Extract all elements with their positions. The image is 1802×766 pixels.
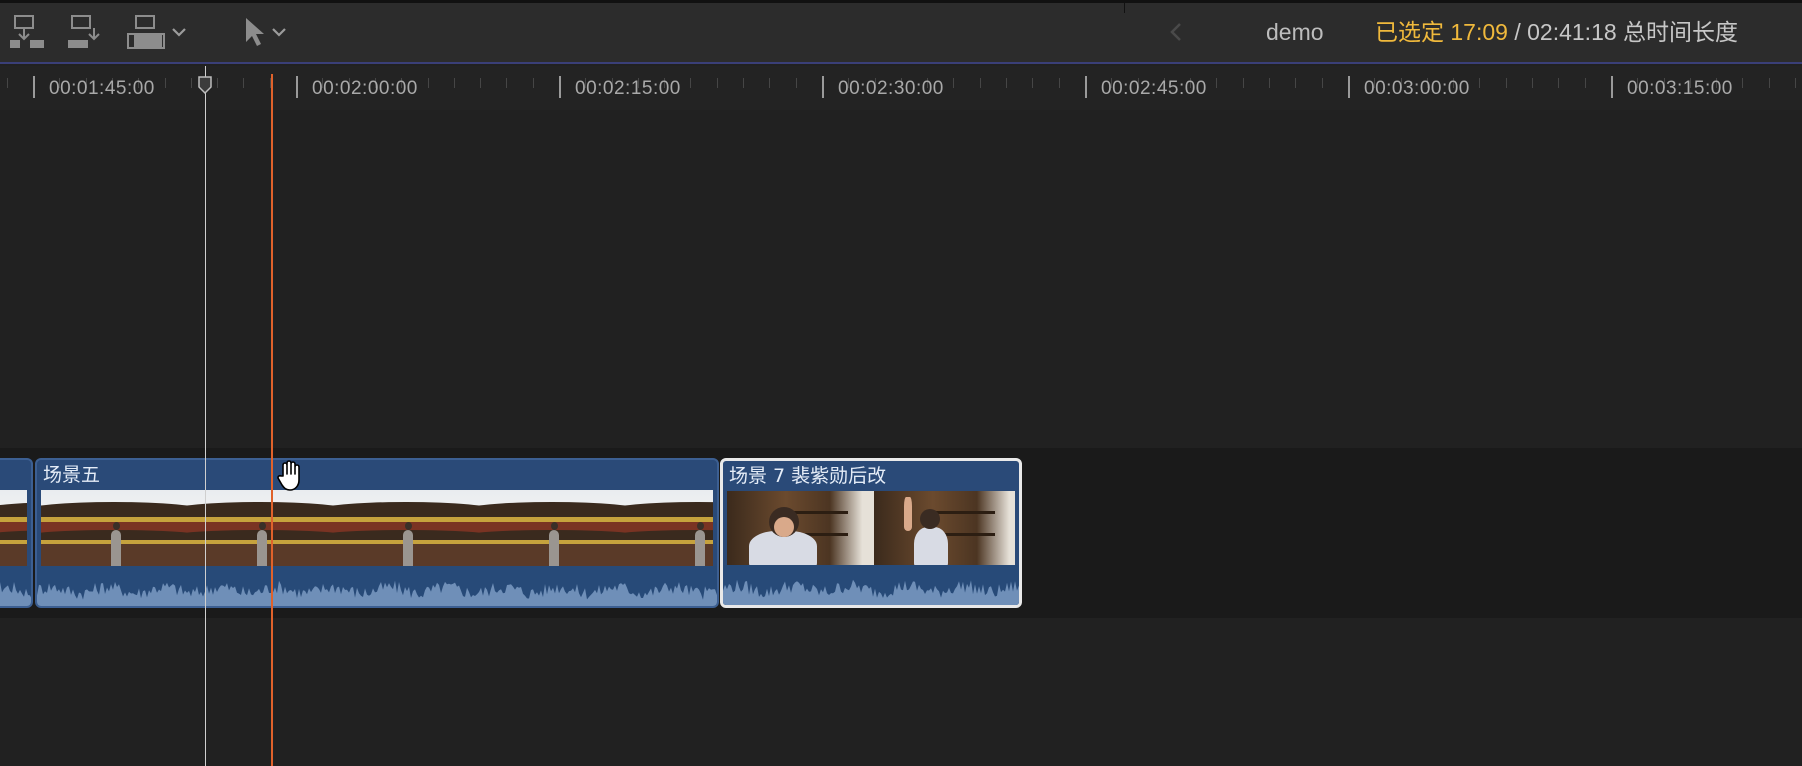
duration-readout: 已选定 17:09 / 02:41:18 总时间长度 xyxy=(1375,17,1738,47)
clip-title: 场景五 xyxy=(43,464,101,486)
clip-thumbnail-frame xyxy=(333,490,479,568)
ruler-timecode: 00:01:45:00 xyxy=(49,78,155,99)
ruler-minor-tick xyxy=(717,78,718,88)
append-clip-icon xyxy=(126,14,166,50)
timeline-toolbar: demo 已选定 17:09 / 02:41:18 总时间长度 xyxy=(0,0,1802,64)
toolbar-divider xyxy=(1124,3,1125,13)
ruler-minor-tick xyxy=(217,78,218,88)
clip-thumbnail-frame xyxy=(0,490,27,568)
ruler-minor-tick xyxy=(796,78,797,88)
ruler-minor-tick xyxy=(769,78,770,88)
ruler-major-tick xyxy=(822,76,824,98)
ruler-minor-tick xyxy=(191,78,192,88)
ruler-minor-tick xyxy=(480,78,481,88)
clip-thumbnail-frame xyxy=(187,490,333,568)
select-tool-icon xyxy=(244,16,266,48)
ruler-minor-tick xyxy=(506,78,507,88)
ruler-minor-tick xyxy=(1795,78,1796,88)
tool-select-button[interactable] xyxy=(244,14,286,50)
ruler-minor-tick xyxy=(953,78,954,88)
audio-waveform xyxy=(723,579,1019,605)
ruler-minor-tick xyxy=(980,78,981,88)
clip-thumbnail-frame xyxy=(625,490,713,568)
connect-clip-button[interactable] xyxy=(8,14,46,50)
timeline-clip[interactable] xyxy=(0,458,33,608)
ruler-minor-tick xyxy=(1506,78,1507,88)
ruler-timecode: 00:02:15:00 xyxy=(575,78,681,99)
ruler-minor-tick xyxy=(1243,78,1244,88)
clip-audio-track xyxy=(37,566,717,606)
ruler-minor-tick xyxy=(428,78,429,88)
ruler-major-tick xyxy=(33,76,35,98)
clip-thumbnail-frame xyxy=(479,490,625,568)
ruler-minor-tick xyxy=(1216,78,1217,88)
ruler-minor-tick xyxy=(7,78,8,88)
timeline-window: demo 已选定 17:09 / 02:41:18 总时间长度 00:01:45… xyxy=(0,0,1802,766)
connect-clip-icon xyxy=(8,14,46,50)
clip-thumbnail-frame xyxy=(874,491,1015,569)
skimmer-line xyxy=(205,66,206,766)
total-duration: / 02:41:18 总时间长度 xyxy=(1507,19,1739,45)
ruler-major-tick xyxy=(559,76,561,98)
ruler-minor-tick xyxy=(1585,78,1586,88)
clip-audio-track xyxy=(723,565,1019,605)
ruler-minor-tick xyxy=(533,78,534,88)
back-chevron-left-icon[interactable] xyxy=(1166,18,1186,46)
project-name: demo xyxy=(1266,19,1324,45)
hand-cursor-icon xyxy=(274,459,308,493)
clip-audio-track xyxy=(0,566,31,606)
insert-clip-button[interactable] xyxy=(66,14,106,50)
ruler-minor-tick xyxy=(743,78,744,88)
toolbar-top-edge xyxy=(0,0,1802,3)
ruler-major-tick xyxy=(296,76,298,98)
ruler-minor-tick xyxy=(690,78,691,88)
playhead-line[interactable] xyxy=(271,74,273,766)
clip-thumbnail-frame xyxy=(727,491,874,569)
ruler-minor-tick xyxy=(1059,78,1060,88)
tool-chevron-down-icon[interactable] xyxy=(272,27,286,37)
ruler-major-tick xyxy=(1085,76,1087,98)
ruler-major-tick xyxy=(1348,76,1350,98)
edit-options-chevron-down-icon[interactable] xyxy=(172,27,186,37)
ruler-minor-tick xyxy=(1532,78,1533,88)
selected-duration: 已选定 17:09 xyxy=(1375,19,1508,45)
ruler-minor-tick xyxy=(1032,78,1033,88)
ruler-timecode: 00:03:00:00 xyxy=(1364,78,1470,99)
audio-waveform xyxy=(37,580,717,606)
ruler-minor-tick xyxy=(165,78,166,88)
ruler-minor-tick xyxy=(1269,78,1270,88)
clip-filmstrip xyxy=(727,491,1015,569)
clip-title: 场景 7 裴紫勋后改 xyxy=(729,465,887,487)
timeline-clip[interactable]: 场景 7 裴紫勋后改 xyxy=(720,458,1022,608)
ruler-minor-tick xyxy=(1558,78,1559,88)
ruler-timecode: 00:02:00:00 xyxy=(312,78,418,99)
ruler-minor-tick xyxy=(1479,78,1480,88)
ruler-timecode: 00:02:30:00 xyxy=(838,78,944,99)
insert-clip-icon xyxy=(66,14,106,50)
clip-filmstrip xyxy=(0,490,27,568)
ruler-minor-tick xyxy=(243,78,244,88)
clip-thumbnail-frame xyxy=(41,490,187,568)
ruler-minor-tick xyxy=(1295,78,1296,88)
audio-waveform xyxy=(0,582,31,606)
ruler-timecode: 00:02:45:00 xyxy=(1101,78,1207,99)
ruler-minor-tick xyxy=(1322,78,1323,88)
clip-filmstrip xyxy=(41,490,713,568)
ruler-minor-tick xyxy=(454,78,455,88)
ruler-minor-tick xyxy=(1769,78,1770,88)
append-clip-button[interactable] xyxy=(126,14,186,50)
playhead-handle[interactable] xyxy=(197,76,213,95)
timeline-clip[interactable]: 场景五 xyxy=(35,458,719,608)
ruler-major-tick xyxy=(1611,76,1613,98)
ruler-minor-tick xyxy=(1742,78,1743,88)
ruler-timecode: 00:03:15:00 xyxy=(1627,78,1733,99)
ruler-minor-tick xyxy=(1006,78,1007,88)
